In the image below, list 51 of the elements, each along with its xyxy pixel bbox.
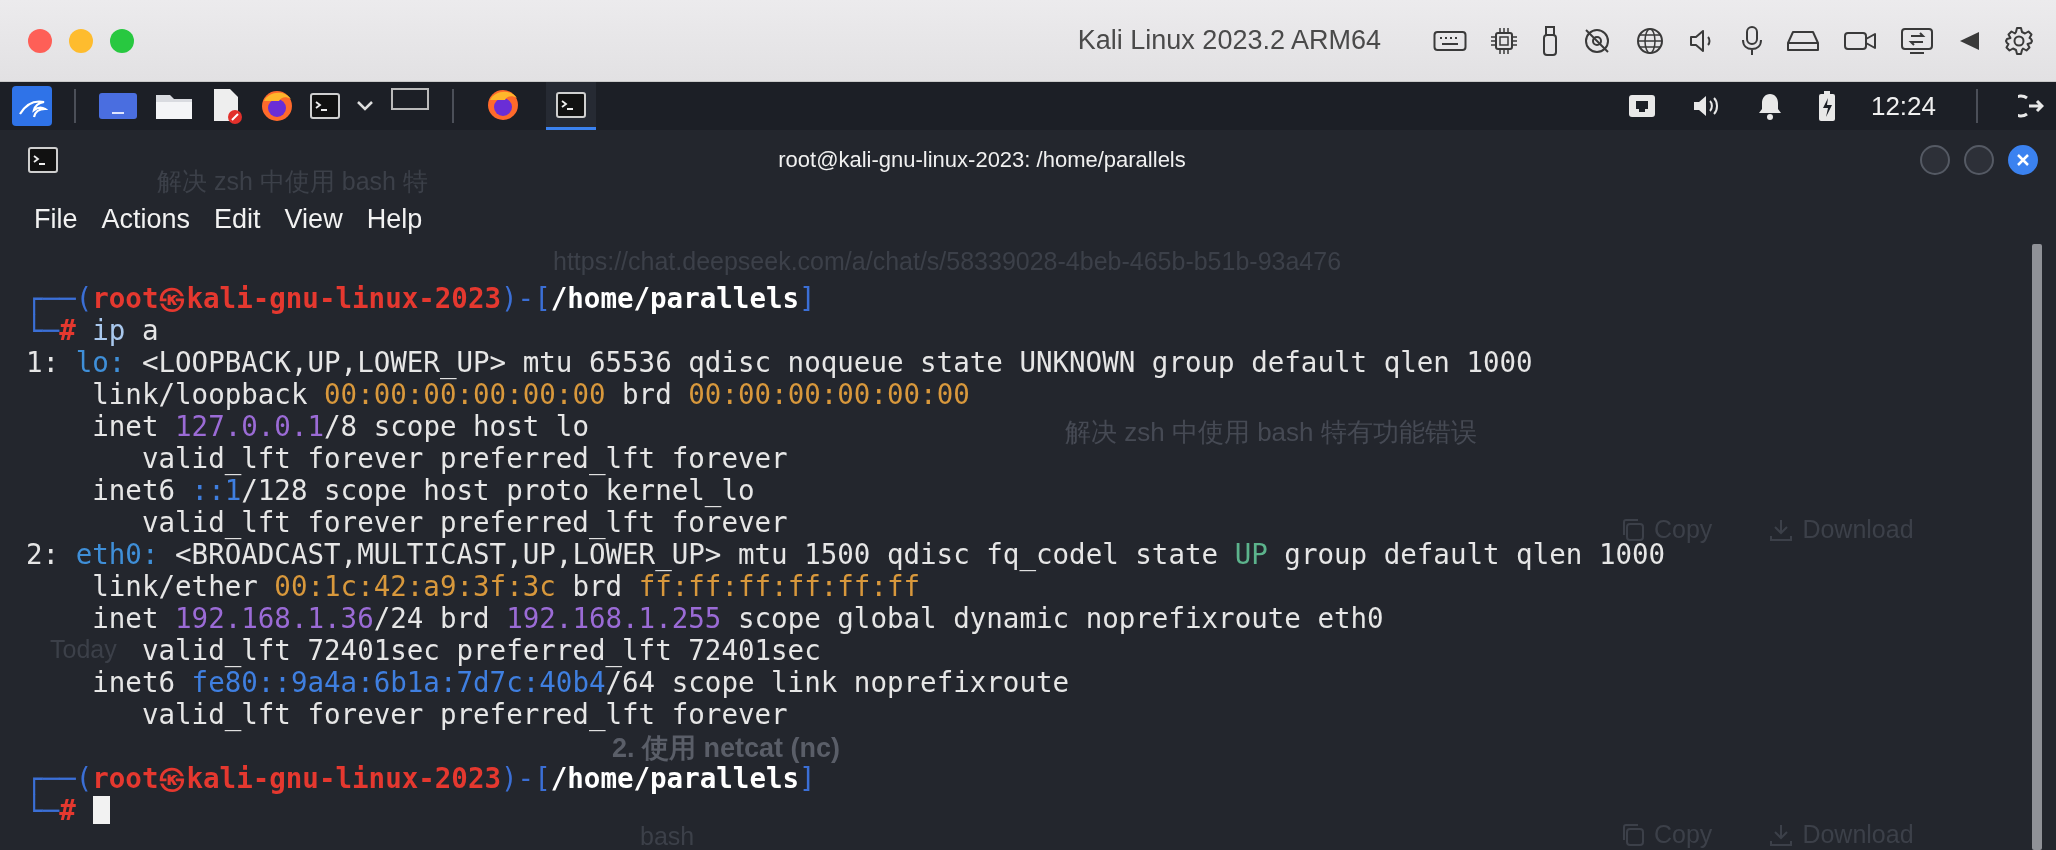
globe-icon[interactable] [1635, 25, 1665, 56]
close-icon [2016, 153, 2030, 167]
terminal-icon[interactable] [310, 93, 340, 119]
terminal-line: └─# ip a [26, 314, 159, 346]
drive-icon[interactable] [1786, 28, 1820, 53]
terminal-line: 1: lo: <LOOPBACK,UP,LOWER_UP> mtu 65536 qdisc noqueue state UNKNOWN group default qlen 1000 [26, 346, 1533, 378]
terminal-line: link/ether 00:1c:42:a9:3f:3c brd ff:ff:ff:ff:ff:ff [92, 570, 921, 602]
menu-item[interactable]: Help [354, 197, 435, 241]
menu-item[interactable]: Actions [89, 197, 203, 241]
browser-icon [486, 87, 520, 122]
terminal-line: valid_lft forever preferred_lft forever [141, 442, 788, 474]
scrollbar[interactable] [2032, 244, 2042, 850]
logout-icon[interactable] [2018, 93, 2044, 119]
caret-icon[interactable] [356, 100, 374, 112]
prompt-line: ┌──(root㉿kali-gnu-linux-2023)-[/home/parallels] [26, 762, 816, 794]
browser-icon[interactable] [260, 89, 294, 123]
terminal-line: inet 127.0.0.1/8 scope host lo [92, 410, 589, 442]
terminal-line: inet 192.168.1.36/24 brd 192.168.1.255 scope global dynamic noprefixroute eth0 [92, 602, 1384, 634]
screen-share-icon[interactable] [1900, 26, 1934, 55]
terminal-line: inet6 ::1/128 scope host proto kernel_lo [92, 474, 755, 506]
terminal-line: link/loopback 00:00:00:00:00:00 brd 00:00:00:00:00:00 [92, 378, 970, 410]
terminal-icon [556, 91, 586, 118]
copy-icon [1620, 516, 1646, 543]
battery-icon[interactable] [1816, 90, 1837, 122]
cpu-icon[interactable] [1490, 26, 1518, 55]
usb-icon[interactable] [1541, 24, 1559, 57]
copy-icon [1620, 821, 1646, 848]
terminal-task[interactable] [546, 82, 596, 130]
terminal-line: valid_lft 72401sec preferred_lft 72401sec [141, 634, 821, 666]
terminal-icon [28, 147, 58, 173]
terminal-line: valid_lft forever preferred_lft forever [141, 506, 788, 538]
section-heading: 2. 使用 netcat (nc) [612, 734, 841, 762]
clock[interactable]: 12:24 [1870, 90, 1936, 122]
terminal-line: valid_lft forever preferred_lft forever [141, 698, 788, 730]
menu-item[interactable]: Edit [202, 197, 273, 241]
menu-item[interactable]: View [272, 197, 355, 241]
desktop-icon[interactable] [98, 92, 138, 120]
terminal-line: inet6 fe80::9a4a:6b1a:7d7c:40b4/64 scope link noprefixroute [92, 666, 1070, 698]
terminal-line: 2: eth0: <BROADCAST,MULTICAST,UP,LOWER_UP> mtu 1500 qdisc fq_codel state UP group default qlen 1000 [26, 538, 1666, 570]
network-icon[interactable] [1626, 93, 1657, 119]
terminal-title: root@kali-gnu-linux-2023: /home/parallels [777, 147, 1187, 173]
gear-icon[interactable] [2004, 25, 2034, 56]
app-menu-button[interactable] [12, 86, 52, 126]
prompt-line: ┌──(root㉿kali-gnu-linux-2023)-[/home/parallels] [26, 282, 816, 314]
close-button[interactable] [2008, 145, 2038, 175]
bell-icon[interactable] [1756, 91, 1783, 121]
microphone-icon[interactable] [1741, 24, 1763, 57]
window-title: Kali Linux 2023.2 ARM64 [1077, 25, 1381, 56]
keyboard-icon[interactable] [1433, 29, 1467, 52]
menu-item[interactable]: File [22, 197, 90, 241]
terminal-line: └─# [26, 794, 76, 826]
